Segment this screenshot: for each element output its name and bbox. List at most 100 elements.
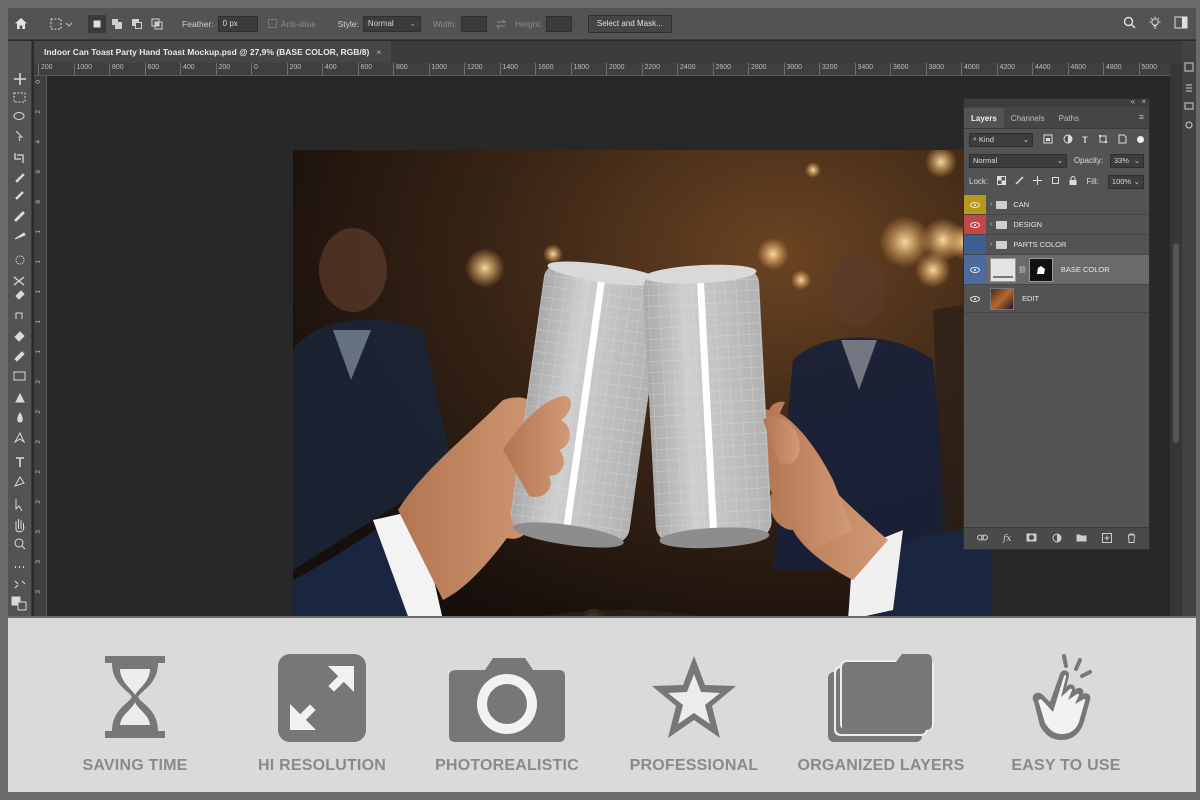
feature-strip: SAVING TIME HI RESOLUTION PHOTOREALISTIC… [8,618,1196,792]
new-layer-icon[interactable] [1101,532,1112,545]
lock-artboard-icon[interactable] [1051,176,1060,187]
ruler-tick [570,63,572,75]
filter-smart-object-icon[interactable] [1117,134,1127,146]
layer-row-edit[interactable]: EDIT [964,285,1149,313]
intersect-selection-icon[interactable] [148,15,166,33]
close-icon[interactable]: × [1141,97,1146,106]
visibility-toggle[interactable] [964,215,986,234]
chevron-right-icon[interactable]: › [990,241,992,248]
fill-value: 100% [1111,177,1132,186]
ruler-label: 1200 [467,64,483,71]
filter-toggle-icon[interactable] [1137,136,1144,143]
marquee-preset-icon[interactable] [50,8,74,40]
height-input[interactable] [545,15,572,32]
style-select[interactable]: Normal ⌄ [362,15,421,32]
ruler-tick [783,63,785,75]
ruler-label: 4400 [1035,64,1051,71]
layers-panel: « × Layers Channels Paths ≡ ⌕ Kind ⌄ T N… [963,97,1150,550]
fill-input[interactable]: 100% ⌄ [1107,174,1144,189]
lock-transparency-icon[interactable] [997,176,1007,187]
adjustment-layer-icon[interactable] [1052,533,1062,545]
vertical-ruler: 0 2 4 6 8 1 1 1 1 1 2 2 2 2 2 3 3 3 [34,76,47,616]
add-mask-icon[interactable] [1026,533,1037,544]
filter-pixel-icon[interactable] [1043,134,1053,146]
visibility-toggle[interactable] [964,195,986,214]
canvas-area[interactable]: « × Layers Channels Paths ≡ ⌕ Kind ⌄ T N… [48,76,1170,616]
layers-icon [828,654,934,742]
folder-icon [996,220,1008,229]
tab-channels[interactable]: Channels [1004,108,1052,128]
lock-row: Lock: Fill: 100% ⌄ [964,171,1149,192]
filter-shape-icon[interactable] [1098,134,1108,146]
ruler-tick [1138,63,1140,75]
chevron-down-icon: ⌄ [409,19,416,28]
visibility-toggle[interactable] [964,255,986,284]
workspace-icon[interactable] [1174,16,1188,31]
add-selection-icon[interactable] [108,15,126,33]
fx-icon[interactable]: fx [1003,534,1011,544]
layer-row-design[interactable]: › DESIGN [964,215,1149,235]
discover-bulb-icon[interactable] [1148,16,1162,32]
subtract-selection-icon[interactable] [128,15,146,33]
opacity-input[interactable]: 33% ⌄ [1110,153,1144,168]
panel-menu-icon[interactable]: ≡ [1139,112,1144,122]
filter-adjustment-icon[interactable] [1063,134,1073,146]
horizontal-ruler: 200 1000 800 600 400 200 0 200 400 600 800 1000 1200… [34,63,1170,76]
link-chain-icon[interactable]: ⛓ [1018,266,1027,274]
new-group-icon[interactable] [1076,533,1087,544]
ruler-tick [748,63,749,75]
close-icon[interactable]: × [376,47,381,57]
ruler-label: 4200 [999,64,1016,71]
new-selection-icon[interactable] [88,14,106,33]
ruler-tick [180,63,181,75]
trash-icon[interactable] [1127,533,1136,545]
fill-label: Fill: [1086,177,1099,186]
ruler-label: 3 [35,530,42,534]
ruler-label: 2 [35,410,42,414]
anti-alias-checkbox[interactable] [267,19,277,28]
link-layers-icon[interactable] [977,533,989,544]
document-tab[interactable]: Indoor Can Toast Party Hand Toast Mockup… [34,41,392,63]
mask-thumbnail[interactable] [1028,257,1053,282]
swap-dimensions-icon[interactable] [495,8,507,40]
lock-position-icon[interactable] [1033,176,1043,187]
ruler-label: 1800 [573,64,590,71]
scrollbar-thumb[interactable] [1173,243,1179,443]
ruler-tick [286,63,288,75]
tab-paths[interactable]: Paths [1052,108,1086,128]
lock-all-icon[interactable] [1069,176,1077,187]
vertical-scrollbar[interactable] [1170,63,1182,616]
eye-icon [970,295,980,302]
mockup-photo[interactable] [293,150,991,616]
feature-organized-layers: ORGANIZED LAYERS [786,618,976,792]
collapse-icon[interactable]: « [1131,97,1135,106]
blend-mode-select[interactable]: Normal ⌄ [969,153,1067,168]
chevron-right-icon[interactable]: › [990,201,992,208]
chevron-down-icon: ⌄ [1022,135,1029,144]
lock-pixels-icon[interactable] [1015,176,1024,187]
select-and-mask-button[interactable]: Select and Mask... [587,14,672,33]
layer-row-can[interactable]: › CAN [964,195,1149,215]
ruler-tick [73,63,75,75]
layer-row-parts-color[interactable]: › PARTS COLOR [964,235,1149,255]
ruler-label: 3000 [786,64,803,71]
layer-row-base-color[interactable]: ⛓ BASE COLOR [964,255,1149,285]
feather-input[interactable]: 0 px [217,15,258,32]
home-icon[interactable] [8,8,34,40]
ruler-label: 3 [35,560,42,564]
visibility-toggle[interactable] [964,285,986,312]
kind-filter-select[interactable]: ⌕ Kind ⌄ [969,132,1033,147]
width-input[interactable] [460,15,487,32]
ruler-label: 1 [35,320,42,324]
ruler-tick [464,63,465,75]
search-icon[interactable] [1123,16,1136,31]
tab-layers[interactable]: Layers [964,108,1004,128]
camera-icon [449,658,565,742]
filter-type-icon[interactable]: T [1082,135,1088,145]
tap-hand-icon [1032,654,1092,740]
layer-thumbnail [990,287,1014,310]
chevron-right-icon[interactable]: › [990,221,992,228]
visibility-toggle[interactable] [964,235,986,254]
mockup-frame: Feather: 0 px Anti-alias Style: Normal ⌄… [0,0,1200,800]
document-tab-bar: Indoor Can Toast Party Hand Toast Mockup… [34,41,1196,63]
